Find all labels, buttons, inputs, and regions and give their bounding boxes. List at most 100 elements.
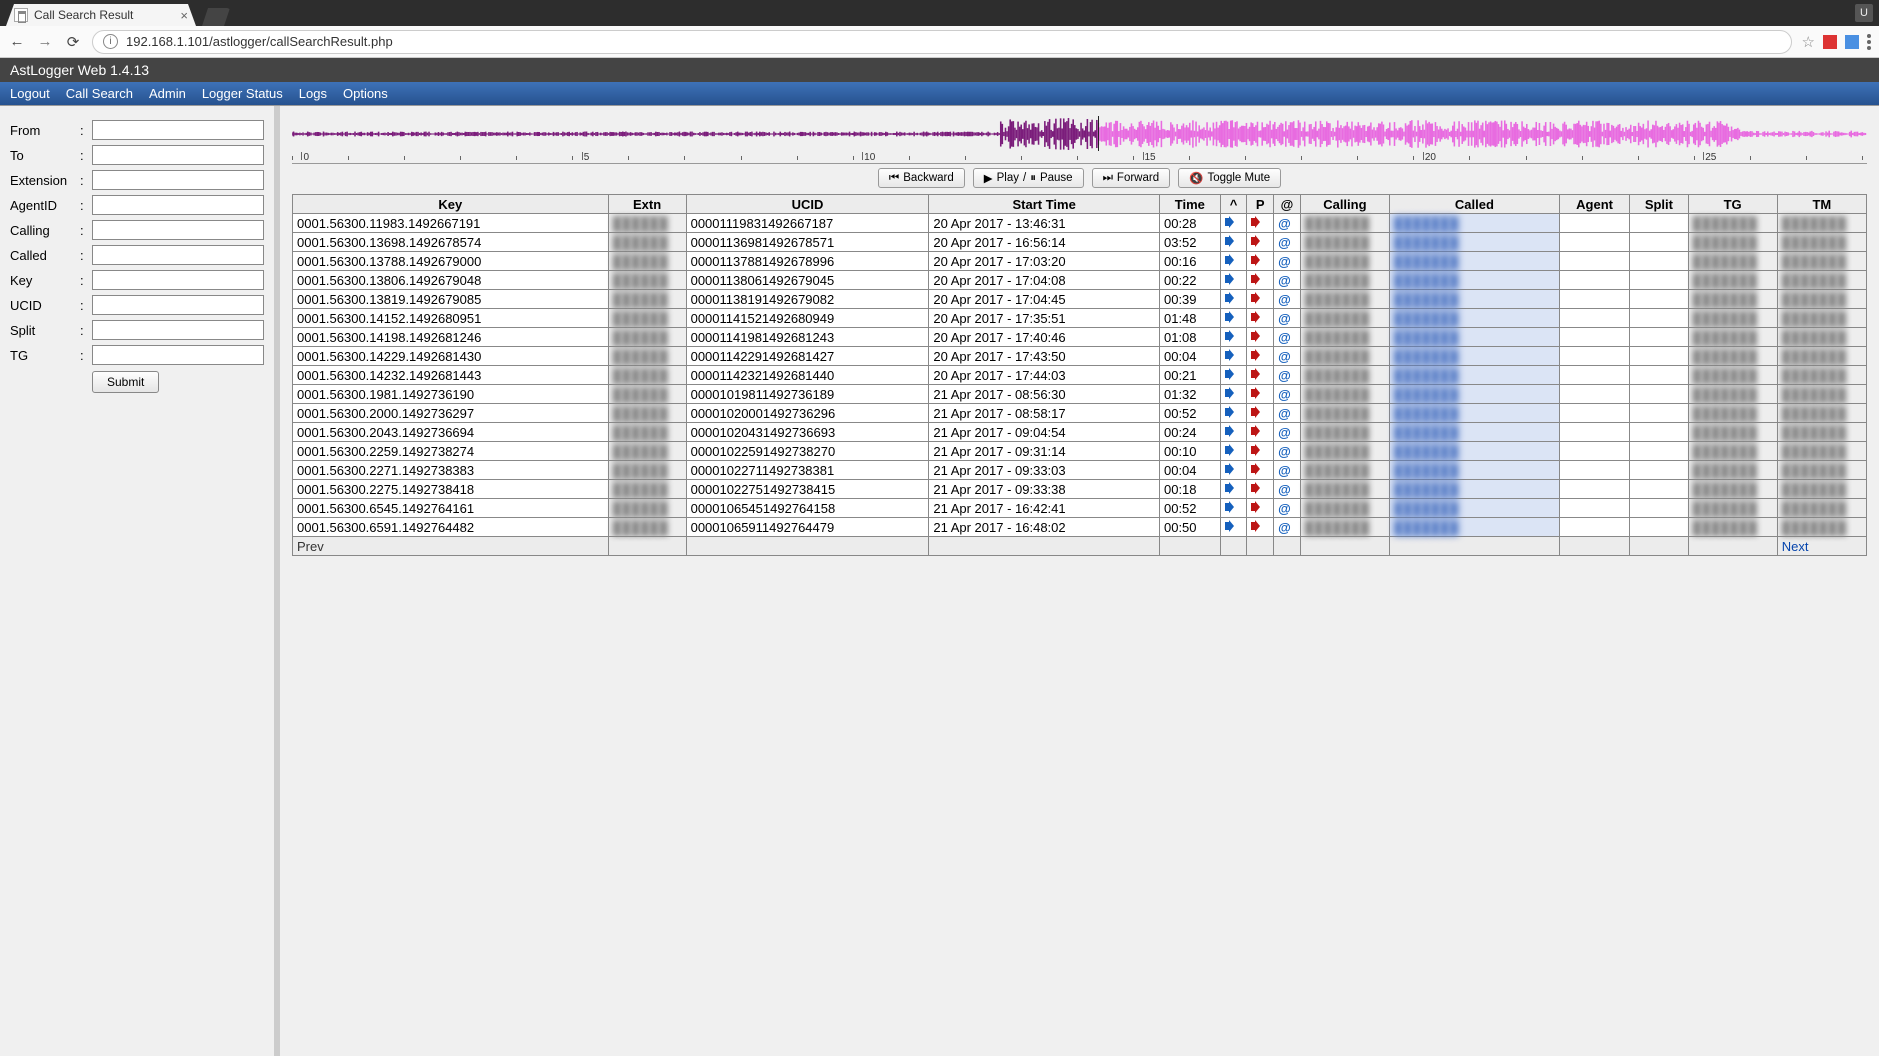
cell-at-icon[interactable]: @ (1274, 442, 1301, 461)
site-info-icon[interactable]: i (103, 34, 118, 49)
col-header-extn[interactable]: Extn (608, 195, 686, 214)
menu-item-options[interactable]: Options (343, 86, 388, 101)
bookmark-star-icon[interactable]: ☆ (1802, 33, 1815, 51)
cell-at-icon[interactable]: @ (1274, 366, 1301, 385)
cell-at-icon[interactable]: @ (1274, 328, 1301, 347)
cell-play-icon[interactable] (1247, 328, 1274, 347)
prev-link[interactable]: Prev (293, 537, 609, 556)
cell-caret-icon[interactable] (1220, 385, 1247, 404)
cell-play-icon[interactable] (1247, 347, 1274, 366)
cell-caret-icon[interactable] (1220, 214, 1247, 233)
table-row[interactable]: 0001.56300.6545.1492764161██████00001065… (293, 499, 1867, 518)
menu-item-logs[interactable]: Logs (299, 86, 327, 101)
menu-item-logout[interactable]: Logout (10, 86, 50, 101)
playhead-cursor[interactable] (1098, 116, 1099, 151)
cell-at-icon[interactable]: @ (1274, 499, 1301, 518)
table-row[interactable]: 0001.56300.2275.1492738418██████00001022… (293, 480, 1867, 499)
table-row[interactable]: 0001.56300.13698.1492678574██████0000113… (293, 233, 1867, 252)
new-tab-button[interactable] (202, 8, 230, 26)
col-header-calling[interactable]: Calling (1300, 195, 1389, 214)
table-row[interactable]: 0001.56300.6591.1492764482██████00001065… (293, 518, 1867, 537)
table-row[interactable]: 0001.56300.13819.1492679085██████0000113… (293, 290, 1867, 309)
address-bar[interactable]: i 192.168.1.101/astlogger/callSearchResu… (92, 30, 1792, 54)
cell-caret-icon[interactable] (1220, 423, 1247, 442)
browser-tab[interactable]: Call Search Result × (6, 4, 196, 26)
input-extension[interactable] (92, 170, 264, 190)
cell-caret-icon[interactable] (1220, 233, 1247, 252)
cell-caret-icon[interactable] (1220, 499, 1247, 518)
browser-user-badge[interactable]: U (1855, 4, 1873, 22)
close-tab-icon[interactable]: × (180, 8, 188, 23)
cell-play-icon[interactable] (1247, 461, 1274, 480)
cell-caret-icon[interactable] (1220, 442, 1247, 461)
col-header--[interactable]: @ (1274, 195, 1301, 214)
cell-caret-icon[interactable] (1220, 328, 1247, 347)
col-header-start-time[interactable]: Start Time (929, 195, 1160, 214)
input-split[interactable] (92, 320, 264, 340)
input-to[interactable] (92, 145, 264, 165)
cell-at-icon[interactable]: @ (1274, 214, 1301, 233)
cell-play-icon[interactable] (1247, 252, 1274, 271)
cell-play-icon[interactable] (1247, 404, 1274, 423)
input-key[interactable] (92, 270, 264, 290)
table-row[interactable]: 0001.56300.2000.1492736297██████00001020… (293, 404, 1867, 423)
menu-item-call-search[interactable]: Call Search (66, 86, 133, 101)
input-from[interactable] (92, 120, 264, 140)
cell-at-icon[interactable]: @ (1274, 518, 1301, 537)
cell-play-icon[interactable] (1247, 442, 1274, 461)
input-agentid[interactable] (92, 195, 264, 215)
input-called[interactable] (92, 245, 264, 265)
cell-play-icon[interactable] (1247, 518, 1274, 537)
col-header-ucid[interactable]: UCID (686, 195, 929, 214)
col-header-called[interactable]: Called (1389, 195, 1559, 214)
forward-button[interactable]: ⏭ Forward (1092, 168, 1171, 188)
col-header-time[interactable]: Time (1159, 195, 1220, 214)
cell-play-icon[interactable] (1247, 271, 1274, 290)
input-ucid[interactable] (92, 295, 264, 315)
table-row[interactable]: 0001.56300.1981.1492736190██████00001019… (293, 385, 1867, 404)
col-header-key[interactable]: Key (293, 195, 609, 214)
cell-play-icon[interactable] (1247, 290, 1274, 309)
cell-caret-icon[interactable] (1220, 366, 1247, 385)
table-row[interactable]: 0001.56300.14198.1492681246██████0000114… (293, 328, 1867, 347)
input-tg[interactable] (92, 345, 264, 365)
cell-play-icon[interactable] (1247, 214, 1274, 233)
toggle-mute-button[interactable]: 🔇 Toggle Mute (1178, 168, 1281, 188)
cell-at-icon[interactable]: @ (1274, 461, 1301, 480)
cell-play-icon[interactable] (1247, 309, 1274, 328)
cell-caret-icon[interactable] (1220, 290, 1247, 309)
table-row[interactable]: 0001.56300.14232.1492681443██████0000114… (293, 366, 1867, 385)
cell-play-icon[interactable] (1247, 385, 1274, 404)
col-header-agent[interactable]: Agent (1559, 195, 1629, 214)
submit-button[interactable]: Submit (92, 371, 159, 393)
reload-button[interactable]: ⟳ (64, 33, 82, 51)
cell-caret-icon[interactable] (1220, 461, 1247, 480)
next-link[interactable]: Next (1777, 537, 1866, 556)
table-row[interactable]: 0001.56300.13788.1492679000██████0000113… (293, 252, 1867, 271)
waveform-display[interactable]: 0510152025 (292, 116, 1867, 164)
table-row[interactable]: 0001.56300.2043.1492736694██████00001020… (293, 423, 1867, 442)
table-row[interactable]: 0001.56300.2271.1492738383██████00001022… (293, 461, 1867, 480)
cell-caret-icon[interactable] (1220, 347, 1247, 366)
table-row[interactable]: 0001.56300.13806.1492679048██████0000113… (293, 271, 1867, 290)
cell-at-icon[interactable]: @ (1274, 404, 1301, 423)
browser-menu-icon[interactable] (1867, 34, 1871, 50)
cell-caret-icon[interactable] (1220, 252, 1247, 271)
cell-at-icon[interactable]: @ (1274, 423, 1301, 442)
col-header--[interactable]: ^ (1220, 195, 1247, 214)
table-row[interactable]: 0001.56300.14229.1492681430██████0000114… (293, 347, 1867, 366)
play-pause-button[interactable]: ▶ Play / ⏸ Pause (973, 168, 1084, 188)
col-header-p[interactable]: P (1247, 195, 1274, 214)
cell-at-icon[interactable]: @ (1274, 480, 1301, 499)
cell-play-icon[interactable] (1247, 366, 1274, 385)
col-header-split[interactable]: Split (1630, 195, 1688, 214)
extension-icon-blue[interactable] (1845, 35, 1859, 49)
back-button[interactable]: ← (8, 33, 26, 51)
cell-caret-icon[interactable] (1220, 518, 1247, 537)
col-header-tm[interactable]: TM (1777, 195, 1866, 214)
cell-at-icon[interactable]: @ (1274, 252, 1301, 271)
cell-at-icon[interactable]: @ (1274, 233, 1301, 252)
cell-at-icon[interactable]: @ (1274, 347, 1301, 366)
backward-button[interactable]: ⏮ Backward (878, 168, 965, 188)
menu-item-admin[interactable]: Admin (149, 86, 186, 101)
